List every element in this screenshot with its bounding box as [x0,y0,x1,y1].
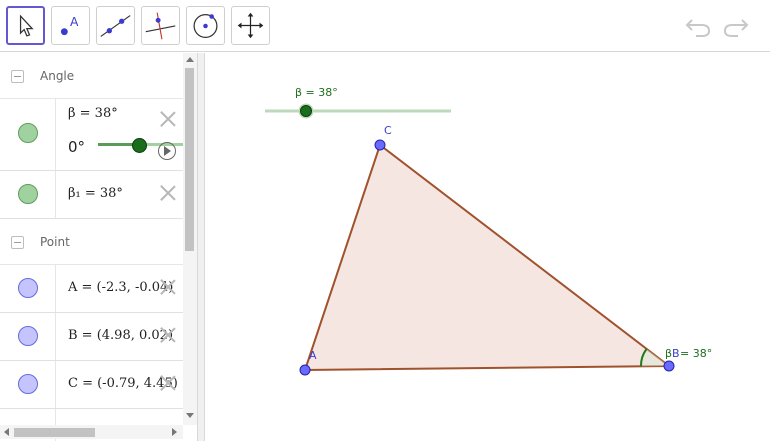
scroll-thumb[interactable] [185,68,194,251]
collapse-icon[interactable] [11,70,24,83]
delete-icon[interactable] [160,185,176,201]
point-b[interactable] [663,360,675,372]
group-header-angle[interactable]: Angle [0,53,183,99]
point-tool-button[interactable]: A [51,6,90,45]
group-label: Point [40,235,70,249]
line-icon [100,15,131,37]
scroll-down-icon[interactable] [186,413,194,418]
canvas-slider-knob[interactable] [300,105,312,117]
visibility-marble-icon[interactable] [18,184,38,204]
visibility-marble-icon[interactable] [18,123,38,143]
slider-knob[interactable] [132,138,147,153]
undo-icon [685,19,711,37]
point-icon: A [60,15,79,36]
point-a-label[interactable]: A [309,349,317,362]
line-tool-button[interactable] [96,6,135,45]
group-label: Angle [40,69,75,83]
delete-icon[interactable] [160,279,176,295]
visibility-marble-icon[interactable] [18,326,38,346]
move-graphics-tool-button[interactable] [231,6,270,45]
row-definition[interactable]: β₁ = 38° [68,186,123,201]
redo-button[interactable] [722,12,750,40]
row-definition[interactable]: β = 38° [68,106,118,121]
circle-icon [193,13,218,38]
view-divider[interactable] [197,53,205,441]
delete-icon[interactable] [160,327,176,343]
toolbar: A [0,0,770,52]
scroll-right-icon[interactable] [172,428,177,436]
collapse-icon[interactable] [11,236,24,249]
scroll-thumb[interactable] [14,428,95,437]
algebra-view: Angle β = 38° 0° β₁ = 38° Point A = (-2.… [0,53,197,441]
perpendicular-line-icon [145,12,176,40]
algebra-row-point-a[interactable]: A = (-2.3, -0.04) [0,265,183,313]
point-c[interactable] [374,139,386,151]
canvas-slider-label[interactable]: β = 38° [295,86,338,99]
row-definition[interactable]: A = (-2.3, -0.04) [68,280,173,295]
algebra-row-beta[interactable]: β = 38° 0° [0,99,183,171]
algebra-row-point-b[interactable]: B = (4.98, 0.02) [0,313,183,361]
delete-icon[interactable] [160,375,176,391]
redo-icon [723,19,749,37]
graphics-view[interactable]: β = 38° A C β B = 38° [205,53,770,441]
scroll-left-icon[interactable] [4,428,9,436]
arrow-pointer-icon [19,14,34,37]
play-icon[interactable] [158,142,176,160]
circle-tool-button[interactable] [186,6,225,45]
point-c-label[interactable]: C [384,124,392,137]
visibility-marble-icon[interactable] [18,374,38,394]
group-header-point[interactable]: Point [0,219,183,265]
angle-label-prefix[interactable]: β [665,347,672,360]
triangle-polygon[interactable] [303,143,672,372]
scroll-up-icon[interactable] [186,57,194,62]
algebra-vertical-scrollbar[interactable] [183,53,197,425]
algebra-row-beta1[interactable]: β₁ = 38° [0,171,183,219]
row-definition[interactable]: B = (4.98, 0.02) [68,328,173,343]
perpendicular-tool-button[interactable] [141,6,180,45]
undo-button[interactable] [684,12,712,40]
angle-label-value[interactable]: = 38° [680,347,712,360]
algebra-row-point-c[interactable]: C = (-0.79, 4.45) [0,361,183,409]
delete-icon[interactable] [160,111,176,127]
move-tool-button[interactable] [6,6,45,45]
svg-text:A: A [70,15,79,29]
point-b-label[interactable]: B [672,347,680,360]
point-a[interactable] [299,364,311,376]
slider-min-label: 0° [68,138,86,156]
algebra-horizontal-scrollbar[interactable] [0,425,183,439]
move-cross-icon [237,12,264,39]
visibility-marble-icon[interactable] [18,278,38,298]
